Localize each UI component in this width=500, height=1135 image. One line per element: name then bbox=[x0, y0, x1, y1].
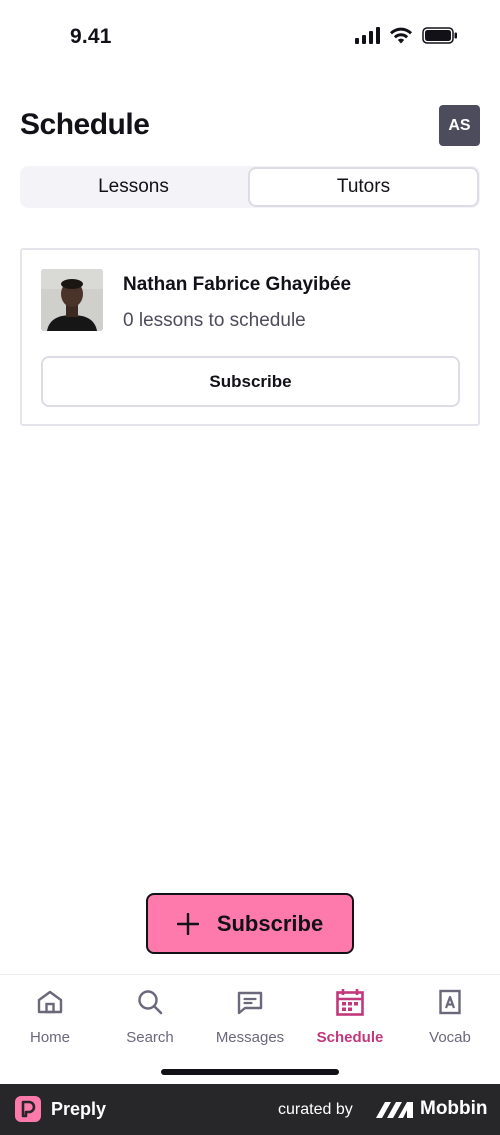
wifi-icon bbox=[390, 27, 412, 44]
messages-icon bbox=[235, 987, 265, 1017]
tabbar-item-vocab[interactable]: Vocab bbox=[400, 987, 500, 1046]
page-title: Schedule bbox=[20, 108, 150, 141]
status-time: 9.41 bbox=[70, 25, 112, 48]
lessons-count: 0 lessons to schedule bbox=[123, 310, 306, 331]
segmented-control: Lessons Tutors bbox=[20, 166, 480, 208]
status-icons bbox=[355, 27, 458, 44]
curated-by-text: curated by bbox=[278, 1101, 353, 1118]
home-icon bbox=[36, 987, 64, 1017]
tabbar-label-vocab: Vocab bbox=[429, 1029, 471, 1046]
tabbar-label-schedule: Schedule bbox=[316, 1029, 384, 1046]
tab-tutors[interactable]: Tutors bbox=[248, 167, 479, 207]
tabbar-item-search[interactable]: Search bbox=[100, 987, 200, 1046]
subscribe-button[interactable]: Subscribe bbox=[41, 356, 460, 407]
calendar-icon bbox=[335, 987, 365, 1017]
fab-subscribe-button[interactable]: Subscribe bbox=[146, 893, 354, 954]
tutor-photo bbox=[41, 269, 103, 331]
attribution-bar: Preply curated by Mobbin bbox=[0, 1084, 500, 1135]
tabbar-item-schedule[interactable]: Schedule bbox=[300, 987, 400, 1046]
avatar[interactable]: AS bbox=[439, 105, 480, 146]
tabbar-label-messages: Messages bbox=[215, 1029, 285, 1046]
search-icon bbox=[136, 987, 164, 1017]
battery-icon bbox=[422, 27, 458, 44]
preply-brand: Preply bbox=[51, 1099, 107, 1119]
status-bar: 9.41 bbox=[0, 0, 500, 76]
signal-icon bbox=[355, 27, 380, 44]
tutor-card: Nathan Fabrice Ghayibée 0 lessons to sch… bbox=[20, 248, 480, 426]
home-indicator bbox=[161, 1069, 339, 1075]
tabbar-item-home[interactable]: Home bbox=[0, 987, 100, 1046]
mobbin-logo-icon bbox=[376, 1100, 414, 1125]
fab-label: Subscribe bbox=[216, 910, 324, 936]
bottom-tab-bar: Home Search Messages Schedule Vocab bbox=[0, 974, 500, 1084]
tabbar-label-home: Home bbox=[29, 1029, 70, 1046]
tab-lessons[interactable]: Lessons bbox=[20, 166, 247, 208]
tabbar-item-messages[interactable]: Messages bbox=[200, 987, 300, 1046]
tutor-name: Nathan Fabrice Ghayibée bbox=[123, 274, 352, 295]
page-header: Schedule AS bbox=[20, 105, 480, 147]
vocab-icon bbox=[437, 987, 463, 1017]
preply-logo-icon bbox=[15, 1096, 41, 1122]
tabbar-label-search: Search bbox=[126, 1029, 174, 1046]
plus-icon bbox=[176, 912, 199, 935]
mobbin-brand: Mobbin bbox=[420, 1098, 488, 1119]
